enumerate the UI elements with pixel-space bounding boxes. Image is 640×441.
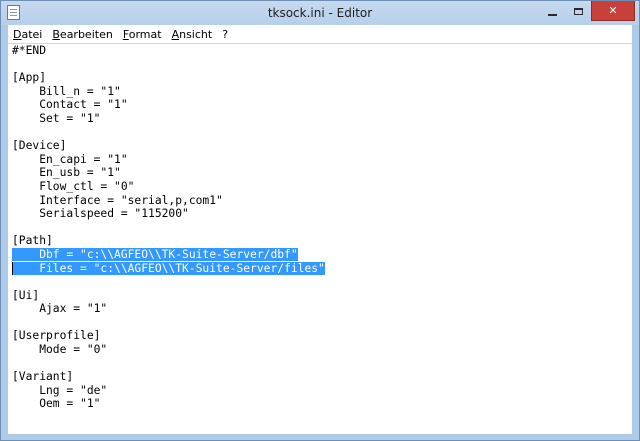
menu-bearbeiten[interactable]: Bearbeiten bbox=[47, 28, 117, 41]
text-line-content: [Variant] bbox=[12, 370, 74, 384]
text-line-content: [Path] bbox=[12, 234, 53, 248]
text-line[interactable]: Contact = "1" bbox=[12, 98, 325, 112]
text-line-content: En_usb = "1" bbox=[12, 166, 121, 180]
text-line-content: Lng = "de" bbox=[12, 383, 108, 397]
close-button[interactable]: ✕ bbox=[591, 1, 635, 21]
text-line-content: Flow_ctl = "0" bbox=[12, 179, 135, 193]
text-line[interactable]: Mode = "0" bbox=[12, 343, 325, 357]
text-line-content: Serialspeed = "115200" bbox=[12, 207, 189, 221]
text-caret bbox=[12, 262, 13, 275]
text-line-content: Oem = "1" bbox=[12, 397, 101, 411]
text-line-content bbox=[12, 275, 19, 288]
text-line-content: Ajax = "1" bbox=[12, 302, 108, 316]
text-line-content: En_capi = "1" bbox=[12, 152, 128, 166]
text-line[interactable]: [Ui] bbox=[12, 289, 325, 303]
editor-window: tksock.ini - Editor ✕ Datei Bearbeiten F… bbox=[0, 0, 640, 441]
menu-help[interactable]: ? bbox=[217, 28, 233, 41]
text-line-content: Files = "c:\\AGFEO\\TK-Suite-Server/file… bbox=[12, 261, 325, 275]
text-line[interactable]: Set = "1" bbox=[12, 112, 325, 126]
text-line-content bbox=[12, 221, 19, 234]
text-line[interactable]: En_capi = "1" bbox=[12, 153, 325, 167]
text-line-content: Bill_n = "1" bbox=[12, 84, 121, 98]
text-line[interactable]: Oem = "1" bbox=[12, 397, 325, 411]
text-line-content: Set = "1" bbox=[12, 111, 101, 125]
text-line-content: [App] bbox=[12, 71, 47, 85]
caption-buttons: ✕ bbox=[539, 1, 635, 22]
title-bar[interactable]: tksock.ini - Editor ✕ bbox=[1, 1, 639, 25]
text-line-content: [Userprofile] bbox=[12, 329, 101, 343]
text-line-content: [Ui] bbox=[12, 288, 40, 302]
text-line[interactable]: Lng = "de" bbox=[12, 384, 325, 398]
text-line[interactable]: [Userprofile] bbox=[12, 329, 325, 343]
text-line[interactable]: [Path] bbox=[12, 234, 325, 248]
close-icon: ✕ bbox=[608, 4, 618, 17]
text-line[interactable]: En_usb = "1" bbox=[12, 166, 325, 180]
text-line[interactable] bbox=[12, 126, 325, 140]
text-line[interactable] bbox=[12, 357, 325, 371]
text-line[interactable]: [App] bbox=[12, 71, 325, 85]
menu-datei[interactable]: Datei bbox=[8, 28, 47, 41]
maximize-icon bbox=[573, 7, 583, 15]
text-line-content: Interface = "serial,p,com1" bbox=[12, 193, 223, 207]
text-line[interactable]: #*END bbox=[12, 44, 325, 58]
text-editor[interactable]: #*END [App] Bill_n = "1" Contact = "1" S… bbox=[8, 43, 632, 434]
minimize-button[interactable] bbox=[539, 1, 565, 21]
text-line[interactable]: Serialspeed = "115200" bbox=[12, 207, 325, 221]
menu-format[interactable]: Format bbox=[118, 28, 167, 41]
text-line-content: #*END bbox=[12, 44, 47, 57]
text-line[interactable] bbox=[12, 221, 325, 235]
text-line-content bbox=[12, 126, 19, 139]
text-line[interactable] bbox=[12, 58, 325, 72]
text-line-content: [Device] bbox=[12, 139, 67, 153]
text-line[interactable]: Dbf = "c:\\AGFEO\\TK-Suite-Server/dbf" bbox=[12, 247, 325, 262]
text-line[interactable]: Interface = "serial,p,com1" bbox=[12, 194, 325, 208]
text-line[interactable]: [Variant] bbox=[12, 370, 325, 384]
minimize-icon bbox=[547, 13, 557, 16]
text-line[interactable]: Ajax = "1" bbox=[12, 302, 325, 316]
text-line[interactable]: Flow_ctl = "0" bbox=[12, 180, 325, 194]
text-line[interactable] bbox=[12, 275, 325, 289]
text-line[interactable]: Bill_n = "1" bbox=[12, 85, 325, 99]
editor-content[interactable]: #*END [App] Bill_n = "1" Contact = "1" S… bbox=[12, 44, 325, 411]
text-line-content bbox=[12, 316, 19, 329]
text-line-content bbox=[12, 357, 19, 370]
menu-ansicht[interactable]: Ansicht bbox=[167, 28, 218, 41]
maximize-button[interactable] bbox=[565, 1, 591, 21]
text-line[interactable]: [Device] bbox=[12, 139, 325, 153]
text-line-content: Mode = "0" bbox=[12, 343, 108, 357]
text-line-content: Dbf = "c:\\AGFEO\\TK-Suite-Server/dbf" bbox=[12, 247, 298, 261]
text-line[interactable]: Files = "c:\\AGFEO\\TK-Suite-Server/file… bbox=[12, 261, 325, 276]
text-line[interactable] bbox=[12, 316, 325, 330]
menu-bar: Datei Bearbeiten Format Ansicht ? bbox=[8, 25, 632, 43]
text-line-content: Contact = "1" bbox=[12, 98, 128, 112]
text-line-content bbox=[12, 58, 19, 71]
